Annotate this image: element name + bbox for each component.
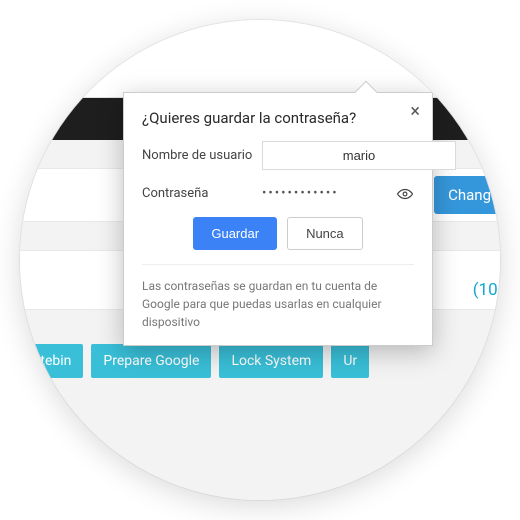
dialog-footer-text: Las contraseñas se guardan en tu cuenta …: [142, 264, 414, 331]
save-password-dialog: × ¿Quieres guardar la contraseña? Nombre…: [123, 92, 433, 346]
toolbar-button[interactable]: Ur: [331, 344, 369, 378]
dialog-title: ¿Quieres guardar la contraseña?: [142, 109, 414, 127]
close-icon[interactable]: ×: [410, 103, 420, 121]
password-label: Contraseña: [142, 186, 254, 201]
change-client-button[interactable]: Change Clien: [434, 176, 500, 214]
action-toolbar: Filter Pastebin Prepare Google Lock Syst…: [20, 344, 500, 378]
bookmark-star-icon[interactable]: [484, 57, 500, 81]
lock-system-button[interactable]: Lock System: [219, 344, 323, 378]
key-icon[interactable]: [436, 60, 470, 78]
password-mask: ••••••••••••: [262, 182, 388, 205]
never-button[interactable]: Nunca: [287, 217, 363, 250]
browser-toolbar: [20, 40, 500, 98]
save-button[interactable]: Guardar: [193, 217, 277, 250]
username-input[interactable]: [262, 141, 456, 170]
search-label: Sea: [20, 402, 500, 417]
row-right-value: -37 (10:16:31): [473, 260, 500, 300]
prepare-google-button[interactable]: Prepare Google: [91, 344, 211, 378]
eye-icon[interactable]: [396, 185, 414, 203]
filter-pastebin-button[interactable]: Filter Pastebin: [20, 344, 83, 378]
username-label: Nombre de usuario: [142, 148, 254, 163]
